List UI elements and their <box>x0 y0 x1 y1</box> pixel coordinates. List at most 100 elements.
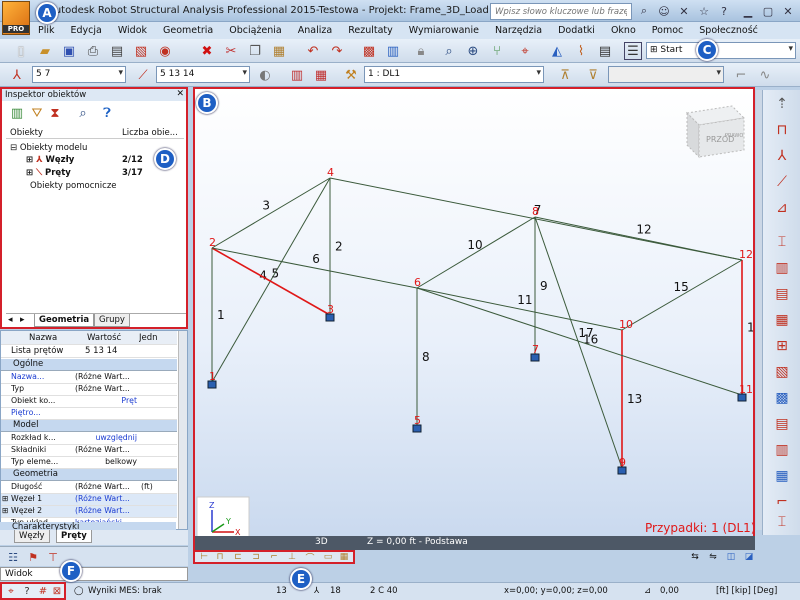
close-icon[interactable]: ✕ <box>176 89 184 99</box>
cut-icon[interactable]: ✂ <box>222 42 240 60</box>
node-select-icon[interactable]: ⅄ <box>8 66 26 84</box>
bar-10[interactable] <box>416 216 536 289</box>
mode-selector[interactable] <box>608 66 724 83</box>
display-attributes-icon[interactable]: ⌖ <box>4 584 18 598</box>
combinations-tool-icon[interactable]: ▤ <box>772 414 792 434</box>
delete-icon[interactable]: ✖ <box>198 42 216 60</box>
display-tool-icon[interactable]: ▭ <box>321 551 335 563</box>
sort-icon[interactable]: ⧗ <box>46 104 64 122</box>
menu-loads[interactable]: Obciążenia <box>221 25 290 36</box>
expand-icon[interactable]: ⊞ <box>26 168 33 178</box>
bars-selection-input[interactable]: 5 13 14 <box>156 66 250 83</box>
tab-nodes[interactable]: Węzły <box>14 530 50 543</box>
display-tool-icon[interactable]: ⌒ <box>303 551 317 564</box>
menu-addons[interactable]: Dodatki <box>550 25 603 36</box>
view-nav-icon[interactable]: ◪ <box>742 551 756 563</box>
selection-filter-icon[interactable]: ◐ <box>256 66 274 84</box>
fem-radio-icon[interactable]: ◯ <box>74 586 84 596</box>
menu-analysis[interactable]: Analiza <box>290 25 340 36</box>
load-case-selector[interactable]: 1 : DL1 <box>364 66 544 83</box>
node-label-3[interactable]: 3 <box>327 303 334 316</box>
menu-community[interactable]: Społeczność <box>691 25 766 36</box>
help-icon[interactable]: ❓︎ <box>98 104 116 122</box>
level-text[interactable]: Z = 0,00 ft - Podstawa <box>367 537 468 547</box>
section-tool-icon[interactable]: ⌶ <box>772 512 792 532</box>
rotation-tool-icon[interactable]: ⊞ <box>772 336 792 356</box>
layout-selector[interactable]: ⊞ Start <box>646 42 796 59</box>
elastic-tool-icon[interactable]: ▧ <box>772 362 792 382</box>
tree-bars[interactable]: ⊞ ⟍ Pręty <box>26 168 71 178</box>
display-tool-icon[interactable]: ⊢ <box>197 551 211 563</box>
properties-scrollbar[interactable] <box>178 331 187 529</box>
tree-model-objects[interactable]: ⊟ Obiekty modelu <box>10 143 87 153</box>
structure-drawing[interactable]: 1234567891011121314151617 12345678910111… <box>195 89 755 550</box>
view-nav-icon[interactable]: ⇋ <box>706 551 720 563</box>
node-label-1[interactable]: 1 <box>209 370 216 383</box>
prop-row[interactable]: Długość (Różne Wart... (ft) <box>1 482 177 494</box>
bars-tool-icon[interactable]: ⟋ <box>772 172 792 192</box>
tab-bars[interactable]: Pręty <box>56 530 92 543</box>
user-icon[interactable]: ☺ <box>656 3 672 19</box>
section-geometry[interactable]: Geometria <box>1 469 177 481</box>
diagram-icon[interactable]: ⌐ <box>732 66 750 84</box>
star-icon[interactable]: ☆ <box>696 3 712 19</box>
prop-row[interactable]: Typ eleme... belkowy <box>1 457 177 469</box>
tab-geometry[interactable]: Geometria <box>34 314 95 327</box>
numbering-icon[interactable]: # <box>36 584 50 598</box>
expand-icon[interactable]: ⊞ <box>2 506 9 515</box>
minimize-icon[interactable]: ▁ <box>740 3 756 19</box>
model-viewport[interactable]: 1234567891011121314151617 12345678910111… <box>193 87 755 550</box>
menu-tools[interactable]: Narzędzia <box>487 25 550 36</box>
prop-row[interactable]: ⊞ Węzeł 1 (Różne Wart... <box>1 494 177 506</box>
analysis-icon[interactable]: ▥ <box>384 42 402 60</box>
prop-row[interactable]: Nazwa... (Różne Wart... <box>1 372 177 384</box>
open-folder-icon[interactable]: ▰ <box>36 42 54 60</box>
node-label-8[interactable]: 8 <box>532 205 539 218</box>
exchange-icon[interactable]: ✕ <box>676 3 692 19</box>
display-tool-icon[interactable]: ⊥ <box>285 551 299 563</box>
prop-row[interactable]: ⊞ Węzeł 2 (Różne Wart... <box>1 506 177 518</box>
units-readout[interactable]: [ft] [kip] [Deg] <box>716 586 777 596</box>
layouts-icon[interactable]: ☰ <box>624 42 642 60</box>
table-icon[interactable]: ⊤ <box>44 548 62 566</box>
grid-icon[interactable]: ⊠ <box>50 584 64 598</box>
tab-next-icon[interactable]: ▸ <box>20 315 25 325</box>
screen-capture-icon[interactable]: ▧ <box>132 42 150 60</box>
redo-icon[interactable]: ↷ <box>328 42 346 60</box>
bars-list-row[interactable]: Lista prętów 5 13 14 <box>1 346 177 358</box>
flag-icon[interactable]: ⚑ <box>24 548 42 566</box>
menu-geometry[interactable]: Geometria <box>155 25 221 36</box>
search-input[interactable] <box>490 3 632 20</box>
display-tool-icon[interactable]: ⊐ <box>249 551 263 563</box>
print-icon[interactable]: ⎙ <box>84 42 102 60</box>
prop-row[interactable]: Typ (Różne Wart... <box>1 384 177 396</box>
bar-16[interactable] <box>534 216 623 469</box>
node-label-7[interactable]: 7 <box>532 343 539 356</box>
node-label-2[interactable]: 2 <box>209 236 216 249</box>
node-label-10[interactable]: 10 <box>619 318 633 331</box>
close-icon[interactable]: ✕ <box>780 3 796 19</box>
design-icon[interactable]: ◭ <box>548 42 566 60</box>
lock-icon[interactable]: 🔒︎ <box>412 42 430 60</box>
tree-nodes[interactable]: ⊞ ⅄ Węzły <box>26 155 74 165</box>
node-label-5[interactable]: 5 <box>414 414 421 427</box>
nodes-tool-icon[interactable]: ⅄ <box>772 146 792 166</box>
bar-17[interactable] <box>416 287 743 396</box>
view-mode[interactable]: 3D <box>315 537 328 547</box>
structure-type-icon[interactable]: ⊓ <box>772 120 792 140</box>
loads-tool-icon[interactable]: ▩ <box>772 388 792 408</box>
offsets-tool-icon[interactable]: ▦ <box>772 310 792 330</box>
zoom-window-icon[interactable]: ⊕ <box>464 42 482 60</box>
camera-icon[interactable]: ◉ <box>156 42 174 60</box>
node-label-12[interactable]: 12 <box>739 248 753 261</box>
menu-file[interactable]: Plik <box>30 25 63 36</box>
tree-auxiliary[interactable]: Obiekty pomocnicze <box>30 181 117 191</box>
report-icon[interactable]: ▤ <box>596 42 614 60</box>
bar-3[interactable] <box>211 177 331 249</box>
expand-icon[interactable]: ⊞ <box>26 155 33 165</box>
paste-icon[interactable]: ▦ <box>270 42 288 60</box>
nodes-selection-input[interactable]: 5 7 <box>32 66 126 83</box>
prop-row[interactable]: Obiekt ko... Pręt <box>1 396 177 408</box>
section-model[interactable]: Model <box>1 420 177 432</box>
filter-icon[interactable]: ⛛ <box>28 104 46 122</box>
